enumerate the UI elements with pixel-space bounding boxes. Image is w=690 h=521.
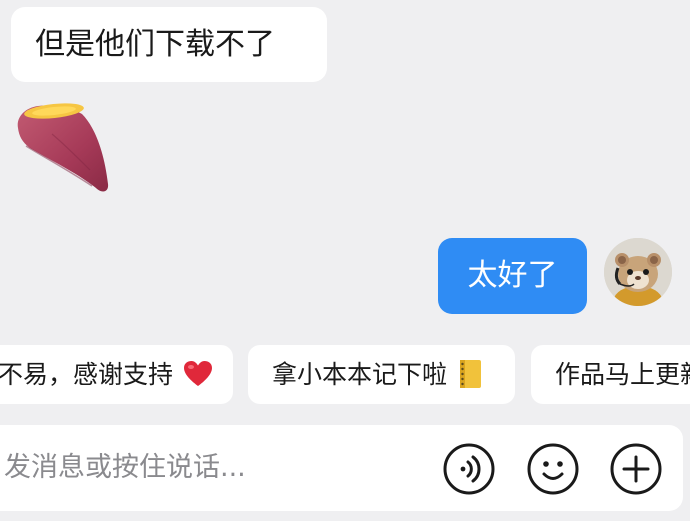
notebook-icon: [459, 360, 481, 388]
voice-icon[interactable]: [442, 442, 496, 496]
plus-icon[interactable]: [609, 442, 663, 496]
quick-reply-label: 不易，感谢支持: [0, 360, 174, 389]
received-message-bubble[interactable]: 但是他们下载不了: [11, 7, 327, 82]
received-message-text: 但是他们下载不了: [35, 27, 275, 62]
quick-reply-support[interactable]: 不易，感谢支持: [0, 345, 233, 404]
message-input-placeholder: 发消息或按住说话...: [4, 452, 246, 483]
sent-message-bubble[interactable]: 太好了: [438, 238, 587, 314]
sweet-potato-icon[interactable]: [12, 100, 112, 196]
avatar[interactable]: [604, 238, 672, 306]
quick-reply-label: 拿小本本记下啦: [272, 360, 448, 389]
quick-reply-label: 作品马上更新: [555, 360, 690, 389]
hamster-avatar-icon: [604, 238, 672, 306]
quick-reply-update[interactable]: 作品马上更新: [531, 345, 690, 404]
chat-screen: 但是他们下载不了 太好了 不易，感谢支持 拿小本本记下啦 作品马上更 发消息或按…: [0, 0, 690, 521]
message-input-bar[interactable]: 发消息或按住说话...: [0, 425, 683, 511]
quick-reply-note[interactable]: 拿小本本记下啦: [248, 345, 515, 404]
heart-icon: [183, 361, 212, 386]
emoji-icon[interactable]: [526, 442, 580, 496]
sent-message-text: 太好了: [467, 258, 558, 293]
